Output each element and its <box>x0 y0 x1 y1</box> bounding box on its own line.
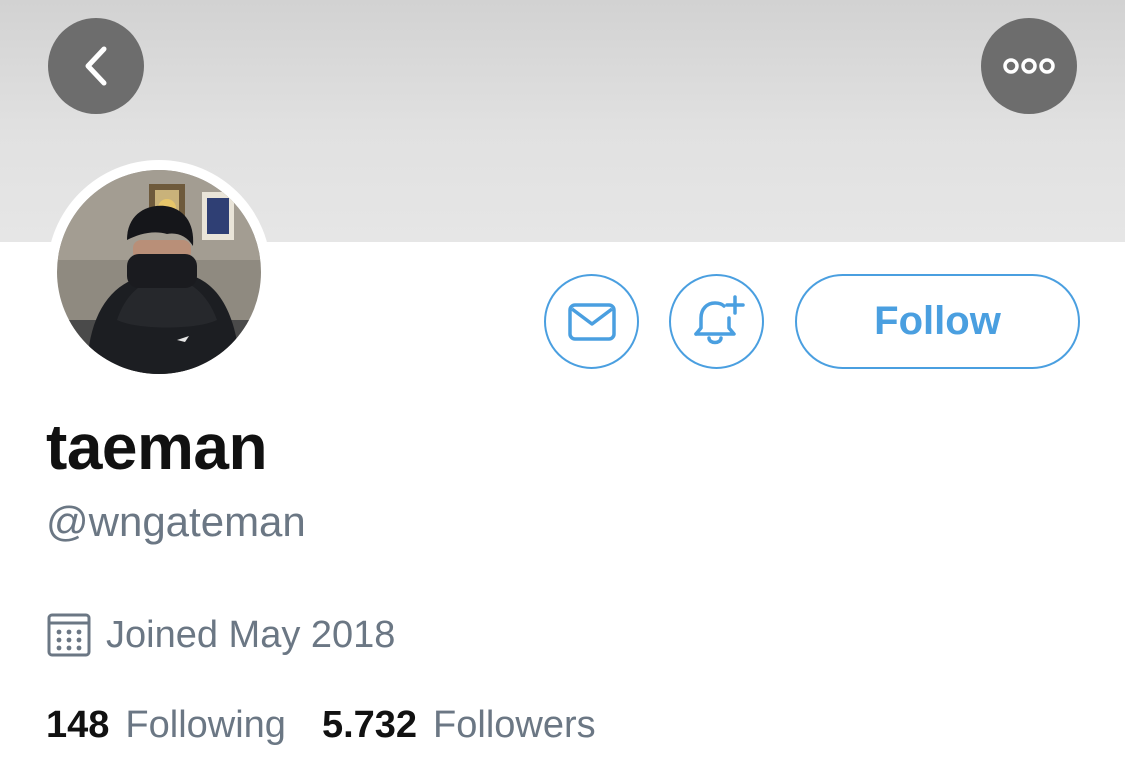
calendar-icon <box>47 613 91 657</box>
chevron-left-icon <box>85 46 107 86</box>
user-handle: @wngateman <box>46 498 306 545</box>
following-count: 148 <box>46 704 110 746</box>
profile-page: Follow taeman @wngateman Joined May 2018… <box>0 0 1125 775</box>
followers-count: 5.732 <box>321 704 418 746</box>
avatar[interactable] <box>57 170 261 374</box>
more-options-button[interactable] <box>981 18 1077 114</box>
avatar-image <box>57 170 261 374</box>
display-name: taeman <box>46 411 268 483</box>
back-button[interactable] <box>48 18 144 114</box>
followers-label: Followers <box>433 704 596 746</box>
following-label: Following <box>125 704 286 746</box>
followers-link[interactable]: 5.732 Followers <box>322 704 596 747</box>
message-button[interactable] <box>544 274 639 369</box>
notify-button[interactable] <box>669 274 764 369</box>
follow-stats: 148 Following 5.732 Followers <box>46 704 596 747</box>
joined-date: Joined May 2018 <box>46 612 395 658</box>
bell-plus-icon <box>693 294 745 344</box>
following-link[interactable]: 148 Following <box>46 704 286 747</box>
envelope-icon <box>567 302 616 341</box>
follow-button[interactable]: Follow <box>795 274 1080 369</box>
ellipsis-icon <box>1003 58 1055 74</box>
joined-text: Joined May 2018 <box>106 613 396 656</box>
